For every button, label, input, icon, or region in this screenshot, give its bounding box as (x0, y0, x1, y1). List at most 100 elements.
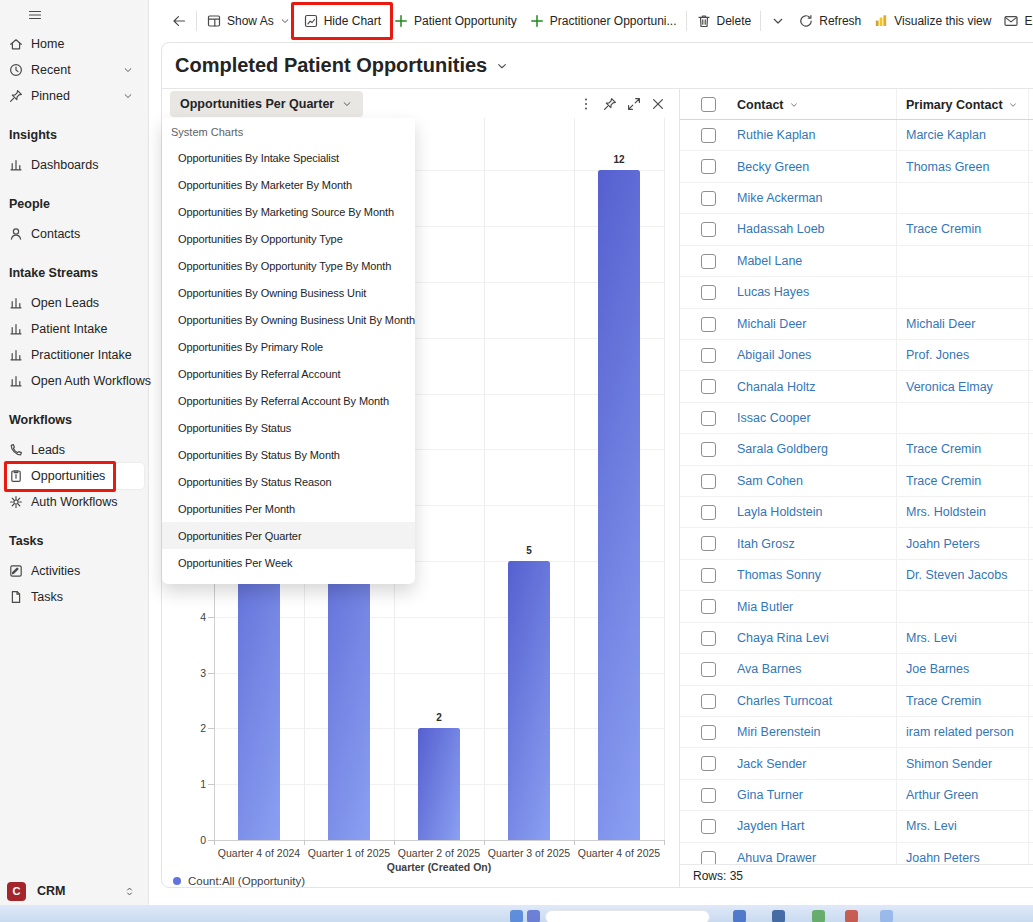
table-row[interactable]: Mabel Lane (680, 246, 1033, 277)
table-row[interactable]: Ava BarnesJoe Barnes (680, 654, 1033, 685)
table-row[interactable]: Mia Butler (680, 591, 1033, 622)
sidebar-item-patient-intake[interactable]: Patient Intake (4, 316, 144, 342)
contact-link[interactable]: Jack Sender (737, 757, 806, 771)
bar-quarter-3-of-2025[interactable] (508, 561, 550, 840)
sidebar-item-tasks[interactable]: Tasks (4, 584, 144, 610)
contact-link[interactable]: Jayden Hart (737, 819, 804, 833)
row-checkbox[interactable] (701, 254, 716, 269)
row-checkbox[interactable] (701, 191, 716, 206)
contact-link[interactable]: Sarala Goldberg (737, 442, 828, 456)
chart-menu-item-opportunities-by-intake-specialist[interactable]: Opportunities By Intake Specialist (162, 144, 415, 171)
toolbar-new-patient-opportunity-button[interactable]: Patient Opportunity (387, 6, 523, 36)
contact-link[interactable]: Chaya Rina Levi (737, 631, 829, 645)
primary-contact-link[interactable]: Trace Cremin (906, 222, 981, 236)
chart-menu-item-opportunities-by-referral-account[interactable]: Opportunities By Referral Account (162, 360, 415, 387)
sidebar-item-leads[interactable]: Leads (4, 437, 144, 463)
column-header-contact[interactable]: Contact (737, 89, 799, 120)
toolbar-refresh-button[interactable]: Refresh (792, 6, 867, 36)
row-checkbox[interactable] (701, 694, 716, 709)
chart-menu-item-opportunities-per-week[interactable]: Opportunities Per Week (162, 549, 415, 576)
contact-link[interactable]: Lucas Hayes (737, 285, 809, 299)
toolbar-email-link-button[interactable]: Email a Link (997, 6, 1033, 36)
table-row[interactable]: Chanala HoltzVeronica Elmay (680, 371, 1033, 402)
chart-menu-item-opportunities-by-referral-account-by-month[interactable]: Opportunities By Referral Account By Mon… (162, 387, 415, 414)
row-checkbox[interactable] (701, 788, 716, 803)
contact-link[interactable]: Mike Ackerman (737, 191, 822, 205)
sidebar-item-home[interactable]: Home (4, 31, 144, 57)
chart-menu-item-opportunities-by-status-reason[interactable]: Opportunities By Status Reason (162, 468, 415, 495)
toolbar-more-commands-button[interactable] (764, 6, 792, 36)
sidebar-item-open-leads[interactable]: Open Leads (4, 290, 144, 316)
primary-contact-link[interactable]: Michali Deer (906, 317, 975, 331)
bar-quarter-4-of-2025[interactable] (598, 170, 640, 840)
chart-menu-item-opportunities-by-status-by-month[interactable]: Opportunities By Status By Month (162, 441, 415, 468)
row-checkbox[interactable] (701, 756, 716, 771)
table-row[interactable]: Lucas Hayes (680, 277, 1033, 308)
primary-contact-link[interactable]: Trace Cremin (906, 694, 981, 708)
contact-link[interactable]: Becky Green (737, 160, 809, 174)
contact-link[interactable]: Ahuva Drawer (737, 851, 816, 864)
chart-menu-item-opportunities-by-primary-role[interactable]: Opportunities By Primary Role (162, 333, 415, 360)
chart-menu-item-opportunities-by-status[interactable]: Opportunities By Status (162, 414, 415, 441)
taskbar-icon[interactable] (845, 910, 858, 922)
primary-contact-link[interactable]: Mrs. Levi (906, 631, 957, 645)
table-row[interactable]: Itah GroszJoahn Peters (680, 528, 1033, 559)
contact-link[interactable]: Thomas Sonny (737, 568, 821, 582)
primary-contact-link[interactable]: Mrs. Holdstein (906, 505, 986, 519)
toolbar-back-button[interactable] (165, 6, 193, 36)
table-row[interactable]: Becky Green Thomas Green (680, 151, 1033, 182)
row-checkbox[interactable] (701, 662, 716, 677)
contact-link[interactable]: Mabel Lane (737, 254, 802, 268)
table-row[interactable]: Issac Cooper (680, 403, 1033, 434)
row-checkbox[interactable] (701, 568, 716, 583)
chart-menu-item-opportunities-by-opportunity-type-by-month[interactable]: Opportunities By Opportunity Type By Mon… (162, 252, 415, 279)
table-row[interactable]: Hadassah Loeb Trace Cremin (680, 214, 1033, 245)
row-checkbox[interactable] (701, 222, 716, 237)
taskbar-icon[interactable] (880, 910, 893, 922)
taskbar-icon[interactable] (527, 910, 540, 922)
table-row[interactable]: Thomas SonnyDr. Steven Jacobs (680, 560, 1033, 591)
taskbar-icon[interactable] (772, 910, 785, 922)
table-row[interactable]: Sarala Goldberg Trace Cremin (680, 434, 1033, 465)
row-checkbox[interactable] (701, 348, 716, 363)
chart-menu-item-opportunities-per-month[interactable]: Opportunities Per Month (162, 495, 415, 522)
table-row[interactable]: Layla HoldsteinMrs. Holdstein (680, 497, 1033, 528)
taskbar-search[interactable] (545, 910, 710, 922)
contact-link[interactable]: Abigail Jones (737, 348, 811, 362)
table-row[interactable]: Sam Cohen Trace Cremin (680, 466, 1033, 497)
contact-link[interactable]: Charles Turncoat (737, 694, 832, 708)
chart-menu-item-opportunities-by-opportunity-type[interactable]: Opportunities By Opportunity Type (162, 225, 415, 252)
chart-menu-item-opportunities-per-quarter[interactable]: Opportunities Per Quarter (162, 522, 415, 549)
primary-contact-link[interactable]: Thomas Green (906, 160, 989, 174)
taskbar-icon[interactable] (812, 910, 825, 922)
column-header-primary-contact[interactable]: Primary Contact (906, 89, 1018, 120)
primary-contact-link[interactable]: Trace Cremin (906, 474, 981, 488)
contact-link[interactable]: Ava Barnes (737, 662, 801, 676)
taskbar-icon[interactable] (510, 910, 523, 922)
environment-picker[interactable]: C CRM (0, 879, 148, 903)
sidebar-item-recent[interactable]: Recent (4, 57, 144, 83)
select-all-checkbox[interactable] (701, 97, 716, 112)
table-row[interactable]: Ruthie Kaplan Marcie Kaplan (680, 120, 1033, 151)
primary-contact-link[interactable]: Joahn Peters (906, 537, 980, 551)
row-checkbox[interactable] (701, 631, 716, 646)
primary-contact-link[interactable]: Arthur Green (906, 788, 978, 802)
row-checkbox[interactable] (701, 317, 716, 332)
row-checkbox[interactable] (701, 411, 716, 426)
row-checkbox[interactable] (701, 442, 716, 457)
primary-contact-link[interactable]: Prof. Jones (906, 348, 969, 362)
primary-contact-link[interactable]: iram related person (906, 725, 1014, 739)
contact-link[interactable]: Sam Cohen (737, 474, 803, 488)
row-checkbox[interactable] (701, 285, 716, 300)
primary-contact-link[interactable]: Marcie Kaplan (906, 128, 986, 142)
row-checkbox[interactable] (701, 159, 716, 174)
table-row[interactable]: Mike Ackerman (680, 183, 1033, 214)
toolbar-visualize-button[interactable]: Visualize this view (867, 6, 997, 36)
table-row[interactable]: Michali DeerMichali Deer (680, 309, 1033, 340)
contact-link[interactable]: Ruthie Kaplan (737, 128, 816, 142)
primary-contact-link[interactable]: Trace Cremin (906, 442, 981, 456)
contact-link[interactable]: Hadassah Loeb (737, 222, 825, 236)
primary-contact-link[interactable]: Shimon Sender (906, 757, 992, 771)
table-row[interactable]: Miri Berensteiniram related person (680, 717, 1033, 748)
row-checkbox[interactable] (701, 474, 716, 489)
